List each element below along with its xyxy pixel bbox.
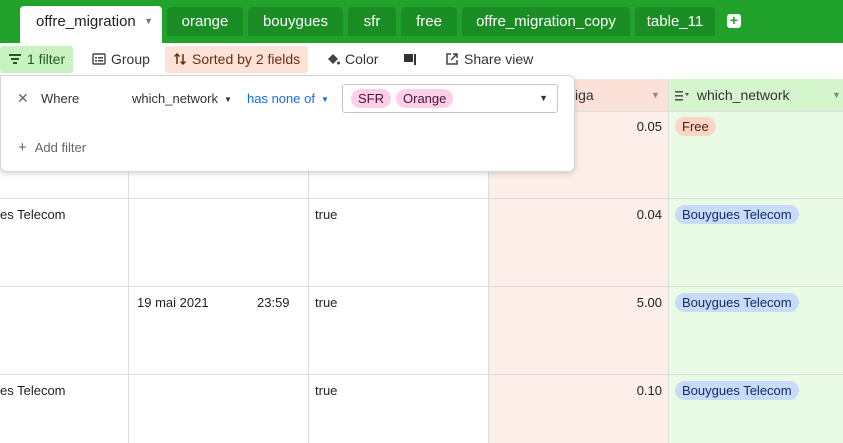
color-button[interactable]: Color [318,46,386,73]
add-filter-button[interactable]: + Add filter [18,139,86,156]
row-divider [0,374,843,375]
row-height-button[interactable] [395,46,426,73]
share-view-button[interactable]: Share view [437,46,541,73]
paint-bucket-icon [328,54,340,65]
chevron-down-icon: ▼ [320,95,329,105]
network-column-header[interactable]: which_network [675,79,790,111]
price-column-header[interactable]: iga [575,79,594,111]
sort-button-label: Sorted by 2 fields [192,51,301,67]
row-divider [0,286,843,287]
tab-label: sfr [363,13,381,30]
column-divider [668,79,669,443]
tab-free[interactable]: free [401,7,457,36]
filter-lines-icon [9,54,21,64]
row-divider [0,198,843,199]
row-height-icon [404,54,416,65]
add-table-plus-icon[interactable]: + [727,13,741,28]
tab-label: bouygues [262,13,329,30]
tab-offre-migration-copy[interactable]: offre_migration_copy [462,7,630,36]
name-cell[interactable]: es Telecom [0,207,66,222]
network-cell[interactable]: Bouygues Telecom [675,381,799,400]
tab-sfr[interactable]: sfr [348,7,396,36]
tab-label: orange [181,13,229,30]
filter-field-dropdown[interactable]: which_network ▼ [132,91,232,106]
price-header-caret-icon[interactable]: ▼ [651,79,660,111]
tab-menu-caret-icon[interactable]: ▼ [144,6,153,37]
flag-cell[interactable]: true [315,295,337,310]
chevron-down-icon: ▼ [224,95,232,105]
price-header-label: iga [575,87,594,103]
network-cell[interactable]: Bouygues Telecom [675,205,799,224]
share-arrow-icon [446,53,458,65]
sort-arrows-icon [173,52,187,66]
group-button[interactable]: Group [84,46,158,73]
filter-value-select[interactable]: SFR Orange ▼ [342,84,558,113]
chevron-down-icon: ▼ [539,93,548,103]
tab-label: offre_migration [36,13,136,30]
color-button-label: Color [345,51,379,67]
share-view-label: Share view [464,51,534,67]
view-toolbar: 1 filter Group Sorted by 2 fields Color … [0,43,843,79]
filter-operator-dropdown[interactable]: has none of ▼ [247,91,329,106]
tab-offre-migration[interactable]: offre_migration ▼ [20,6,162,43]
flag-cell[interactable]: true [315,383,337,398]
multi-select-field-icon [675,91,689,101]
tab-table-11[interactable]: table_11 [635,7,715,36]
flag-cell[interactable]: true [315,207,337,222]
filter-field-label: which_network [132,91,218,106]
price-cell[interactable]: 0.10 [489,383,662,398]
group-list-icon [92,53,106,65]
date-cell[interactable]: 19 mai 2021 [137,295,209,310]
network-header-label: which_network [696,87,790,103]
network-header-caret-icon[interactable]: ▼ [832,79,841,111]
where-label: Where [41,91,80,106]
price-cell[interactable]: 5.00 [489,295,662,310]
filter-operator-label: has none of [247,91,315,106]
tab-label: offre_migration_copy [476,13,616,30]
filter-button[interactable]: 1 filter [0,46,74,73]
group-button-label: Group [111,51,150,67]
table-tab-bar: offre_migration ▼ orange bouygues sfr fr… [0,0,843,43]
filter-popover: ✕ Where which_network ▼ has none of ▼ SFR … [0,75,575,172]
filter-button-label: 1 filter [27,51,66,67]
network-pill: Bouygues Telecom [675,381,799,400]
sort-button[interactable]: Sorted by 2 fields [165,46,309,73]
add-filter-label: Add filter [34,140,87,155]
price-cell[interactable]: 0.04 [489,207,662,222]
tab-label: free [416,13,442,30]
filter-value-pill-sfr: SFR [351,89,391,108]
network-cell[interactable]: Free [675,117,716,136]
name-cell[interactable]: es Telecom [0,383,66,398]
tab-bouygues[interactable]: bouygues [248,7,343,36]
network-pill: Bouygues Telecom [675,205,799,224]
network-pill: Bouygues Telecom [675,293,799,312]
filter-value-pill-orange: Orange [396,89,454,108]
remove-condition-close-icon[interactable]: ✕ [17,90,29,107]
network-cell[interactable]: Bouygues Telecom [675,293,799,312]
plus-icon: + [18,139,27,156]
time-cell[interactable]: 23:59 [257,295,290,310]
tab-label: table_11 [646,13,704,30]
tab-orange[interactable]: orange [167,7,243,36]
network-pill: Free [675,117,716,136]
